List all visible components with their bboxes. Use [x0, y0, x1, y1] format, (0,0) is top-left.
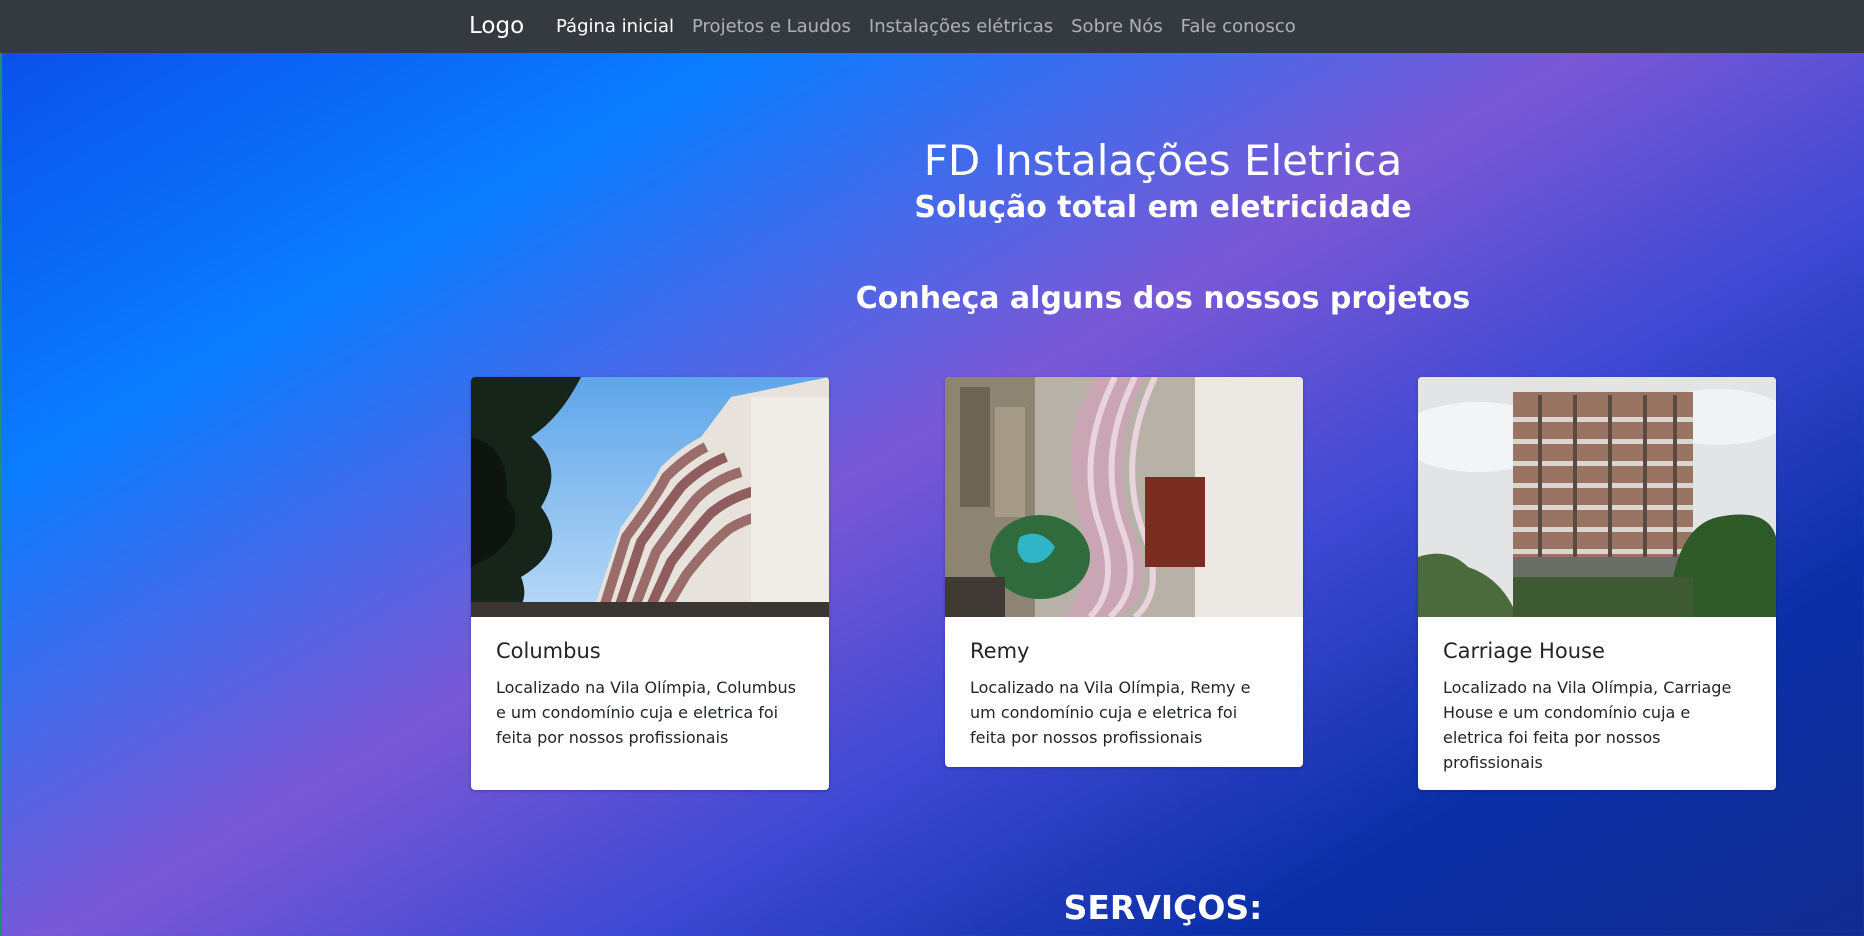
projects-heading: Conheça alguns dos nossos projetos [855, 281, 1471, 316]
top-navbar: Logo Página inicial Projetos e Laudos In… [0, 0, 1864, 53]
nav-link-contact[interactable]: Fale conosco [1181, 16, 1296, 37]
logo[interactable]: Logo [469, 13, 524, 39]
project-card-carriage-house[interactable]: Carriage House Localizado na Vila Olímpi… [1418, 377, 1776, 790]
hero-title: FD Instalações Eletrica [923, 136, 1403, 185]
nav-link-installations[interactable]: Instalações elétricas [869, 16, 1053, 37]
card-text: Localizado na Vila Olímpia, Remy e um co… [970, 678, 1251, 747]
card-text: Localizado na Vila Olímpia, Columbus e u… [496, 678, 796, 747]
services-heading: SERVIÇOS: [1063, 888, 1263, 927]
card-title: Carriage House [1443, 639, 1605, 663]
nav-link-projects[interactable]: Projetos e Laudos [692, 16, 851, 37]
project-image-columbus [471, 377, 829, 617]
project-image-remy [945, 377, 1303, 617]
card-title: Remy [970, 639, 1030, 663]
card-text: Localizado na Vila Olímpia, Carriage Hou… [1443, 678, 1732, 772]
project-card-columbus[interactable]: Columbus Localizado na Vila Olímpia, Col… [471, 377, 829, 790]
hero-subtitle: Solução total em eletricidade [914, 190, 1412, 225]
nav-link-home[interactable]: Página inicial [556, 16, 674, 37]
nav-link-about[interactable]: Sobre Nós [1071, 16, 1163, 37]
project-image-carriage-house [1418, 377, 1776, 617]
nav-links: Página inicial Projetos e Laudos Instala… [556, 16, 1296, 37]
left-edge-line [0, 53, 2, 936]
project-card-remy[interactable]: Remy Localizado na Vila Olímpia, Remy e … [945, 377, 1303, 767]
card-title: Columbus [496, 639, 601, 663]
